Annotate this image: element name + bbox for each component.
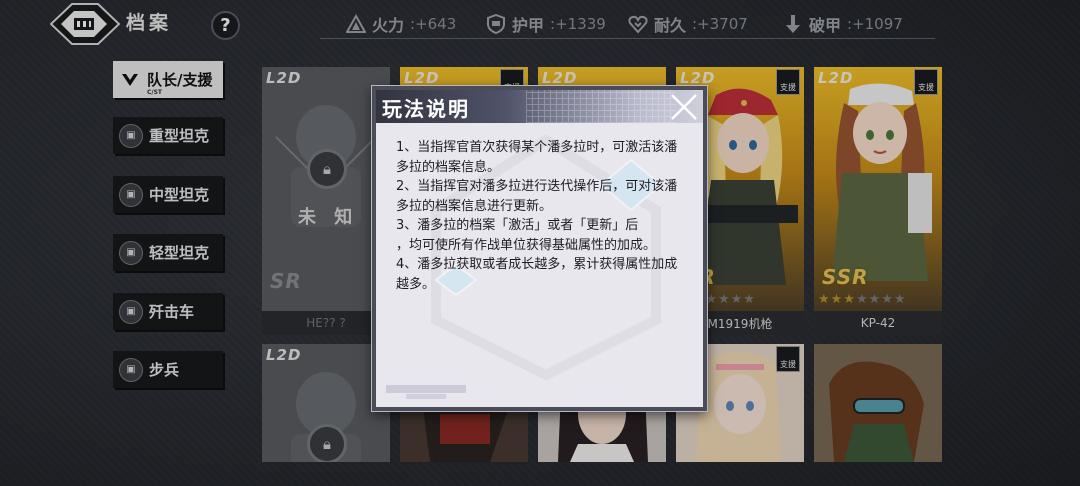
rule-line: 1、当指挥官首次获得某个潘多拉时，可激活该潘多拉的档案信息。 (396, 140, 678, 175)
dialog-footer-decoration (386, 385, 466, 393)
dialog-footer-decoration (406, 394, 446, 399)
header-pattern (526, 90, 676, 123)
rules-dialog: 玩法说明 1、当指挥官首次获得某个潘多拉时，可激活该潘多拉的档案信息。 2、当指… (372, 86, 707, 411)
dialog-header: 玩法说明 (376, 90, 703, 123)
dialog-title: 玩法说明 (382, 97, 470, 121)
dialog-body: 1、当指挥官首次获得某个潘多拉时，可激活该潘多拉的档案信息。 2、当指挥官对潘多… (396, 138, 689, 294)
rule-line: 3、潘多拉的档案「激活」或者「更新」后 (396, 218, 639, 233)
rule-line: 4、潘多拉获取或者成长越多，累计获得属性加成越多。 (396, 257, 678, 292)
rule-line: ，均可使所有作战单位获得基础属性的加成。 (396, 237, 657, 253)
close-icon[interactable] (669, 92, 699, 122)
rule-line: 2、当指挥官对潘多拉进行迭代操作后，可对该潘多拉的档案信息进行更新。 (396, 179, 678, 214)
